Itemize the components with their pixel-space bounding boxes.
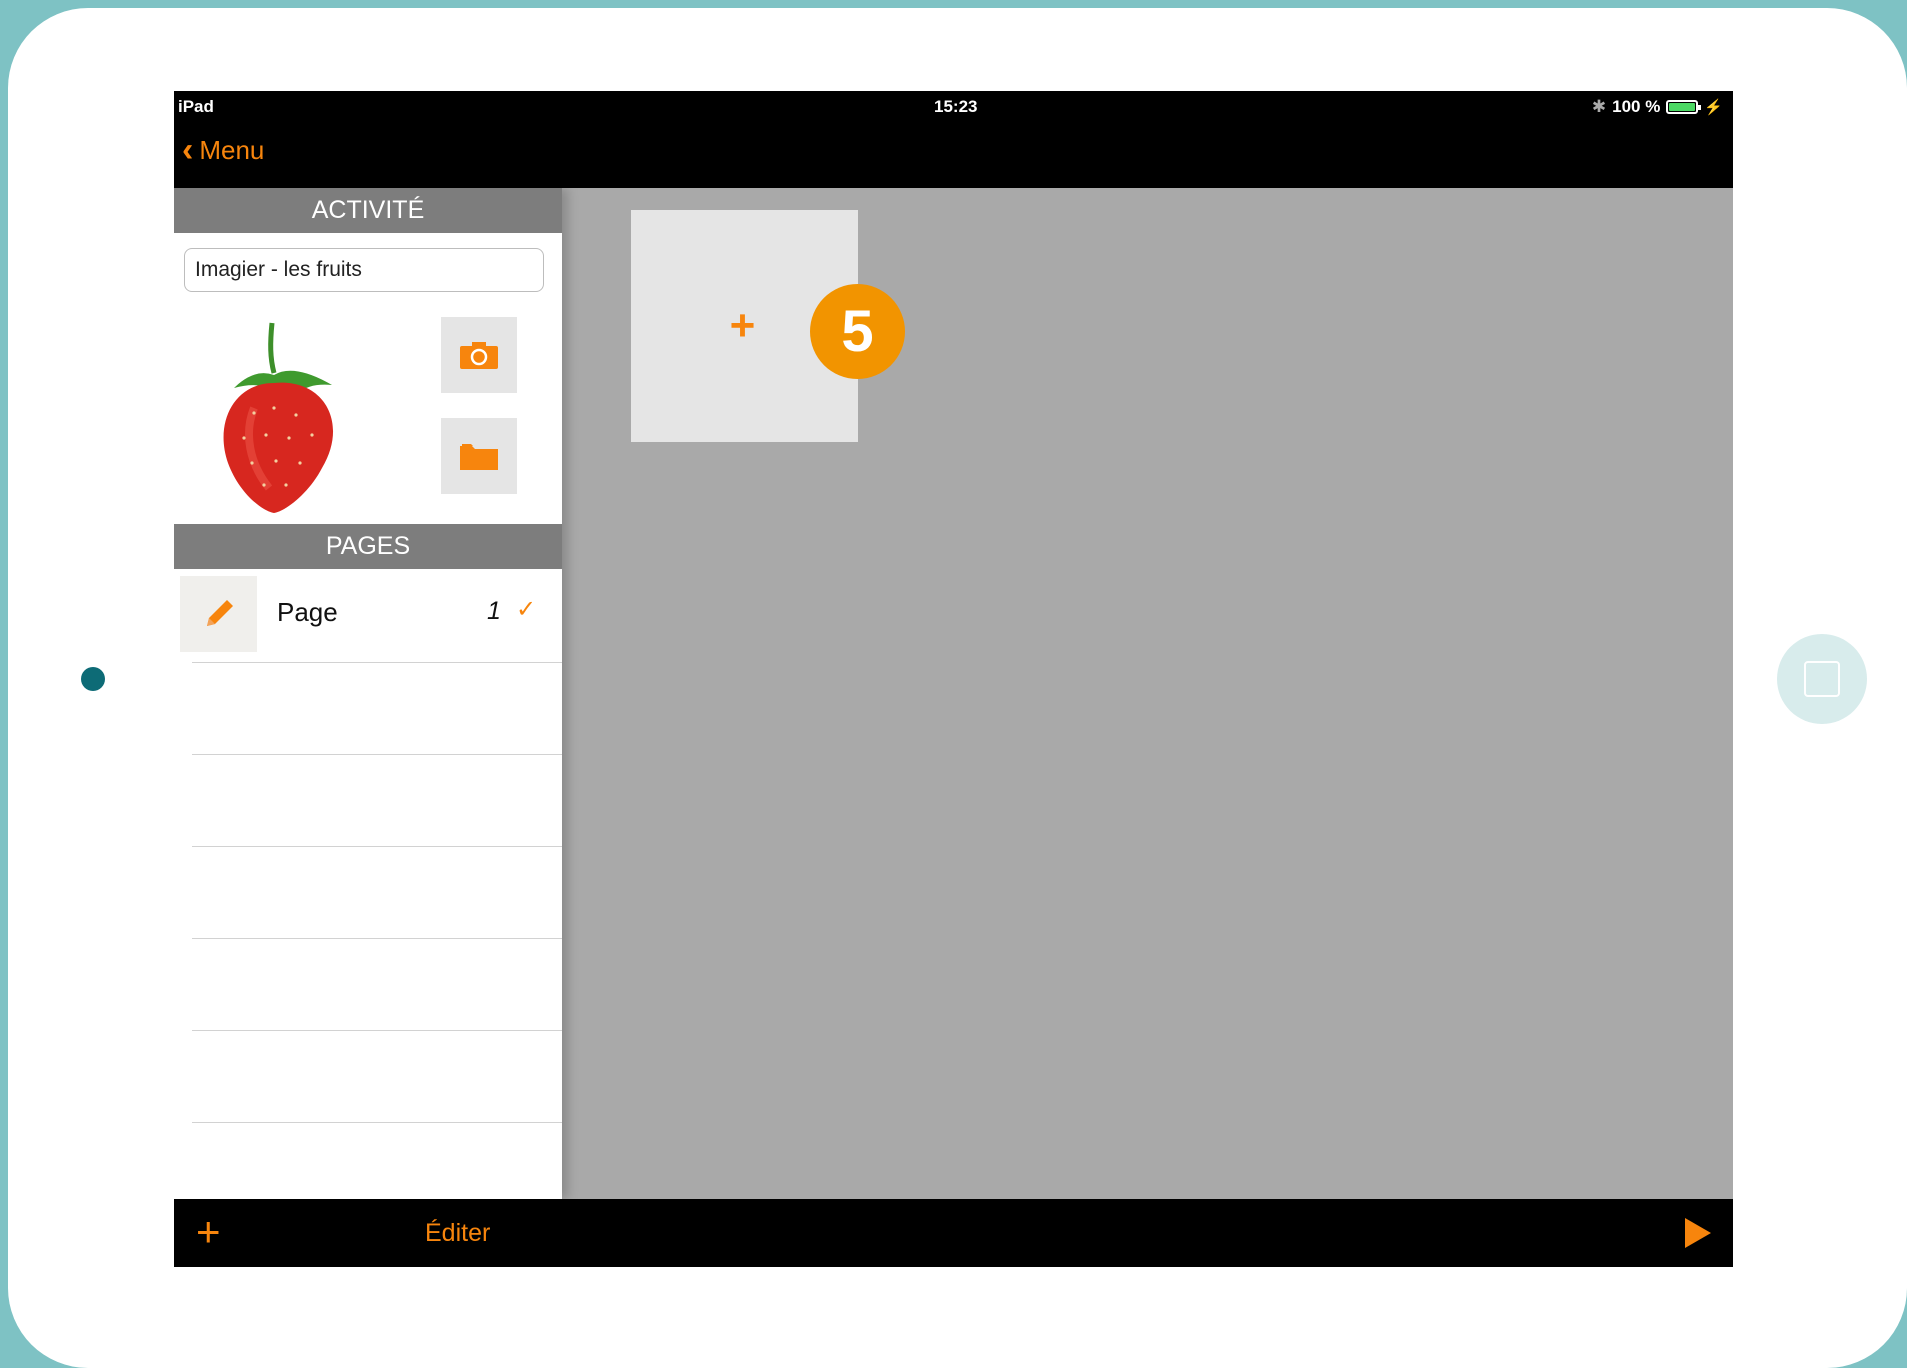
home-button[interactable] [1777, 634, 1867, 724]
page-label: Page [277, 597, 338, 627]
activity-header: ACTIVITÉ [174, 188, 562, 233]
folder-button[interactable] [441, 418, 517, 494]
play-icon[interactable] [1685, 1218, 1711, 1248]
battery-percentage: 100 % [1612, 97, 1661, 116]
sidebar: ACTIVITÉ Imagier - les fruits PAGES Page… [174, 188, 562, 1199]
step-callout-badge: 5 [810, 284, 905, 379]
add-page-button[interactable]: + [196, 1211, 221, 1253]
row-divider [192, 662, 562, 663]
back-label: Menu [199, 134, 265, 165]
checkmark-icon: ✓ [516, 596, 537, 623]
top-bar: iPad 15:23 ✱ 100 % ⚡ ‹ Menu [174, 91, 1733, 188]
row-divider [192, 938, 562, 939]
chevron-left-icon: ‹ [182, 131, 194, 169]
bottom-toolbar: + Éditer [174, 1199, 1733, 1267]
pages-header: PAGES [174, 524, 562, 569]
charging-icon: ⚡ [1704, 99, 1723, 116]
row-divider [192, 846, 562, 847]
pencil-icon [206, 600, 233, 626]
app-screen: iPad 15:23 ✱ 100 % ⚡ ‹ Menu ACTIVITÉ Ima… [174, 91, 1733, 1267]
bluetooth-icon: ✱ [1591, 97, 1607, 116]
edit-button[interactable]: Éditer [425, 1219, 490, 1248]
clock: 15:23 [934, 97, 978, 116]
row-divider [192, 1030, 562, 1031]
camera-dot [81, 667, 105, 691]
back-button[interactable]: ‹ Menu [182, 133, 264, 167]
page-number: 1 [487, 597, 501, 625]
camera-button[interactable] [441, 317, 517, 393]
activity-image[interactable] [214, 313, 354, 513]
activity-name-field[interactable]: Imagier - les fruits [184, 248, 544, 292]
plus-icon: + [729, 301, 756, 350]
device-label: iPad [178, 97, 214, 116]
page-row[interactable]: Page 1 ✓ [174, 571, 562, 661]
edit-page-button[interactable] [180, 576, 257, 652]
battery-icon [1666, 100, 1702, 114]
status-indicators: ✱ 100 % ⚡ [1592, 97, 1723, 117]
camera-icon [460, 342, 498, 369]
row-divider [192, 1122, 562, 1123]
row-divider [192, 754, 562, 755]
folder-icon [460, 444, 498, 470]
